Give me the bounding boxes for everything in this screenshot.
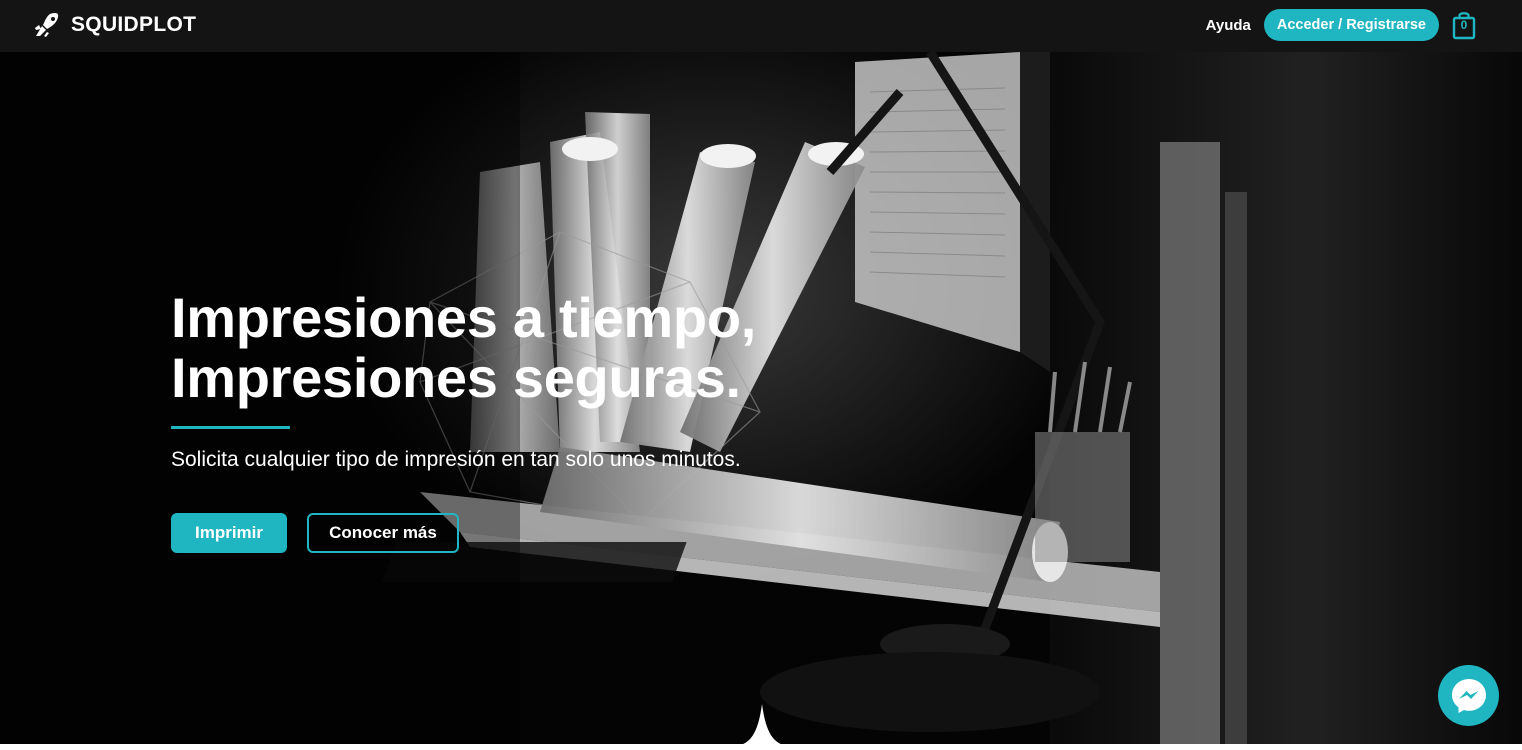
messenger-chat-button[interactable]: [1438, 665, 1499, 726]
hero-title-line: Impresiones a tiempo,: [171, 286, 756, 349]
hero-section: Impresiones a tiempo, Impresiones segura…: [0, 52, 1522, 744]
brand-name: SQUIDPLOT: [71, 13, 197, 36]
hero-divider: [171, 426, 290, 429]
learn-more-button[interactable]: Conocer más: [307, 513, 459, 553]
messenger-icon: [1451, 678, 1486, 713]
squid-rocket-icon: [35, 13, 59, 37]
section-divider-notch: [736, 704, 788, 746]
header-actions: Ayuda Acceder / Registrarse 0: [1206, 9, 1476, 41]
cart-count: 0: [1460, 18, 1468, 32]
hero-actions: Imprimir Conocer más: [171, 513, 931, 553]
print-button[interactable]: Imprimir: [171, 513, 287, 553]
hero-title-line: Impresiones seguras.: [171, 346, 741, 409]
brand-link[interactable]: SQUIDPLOT: [33, 11, 196, 39]
help-link[interactable]: Ayuda: [1206, 17, 1251, 34]
hero-title: Impresiones a tiempo, Impresiones segura…: [171, 288, 931, 408]
cart-button[interactable]: 0: [1452, 10, 1476, 40]
top-navbar: SQUIDPLOT Ayuda Acceder / Registrarse 0: [0, 0, 1522, 52]
hero-content: Impresiones a tiempo, Impresiones segura…: [171, 288, 931, 553]
login-register-button[interactable]: Acceder / Registrarse: [1263, 9, 1439, 41]
hero-subtitle: Solicita cualquier tipo de impresión en …: [171, 448, 741, 471]
